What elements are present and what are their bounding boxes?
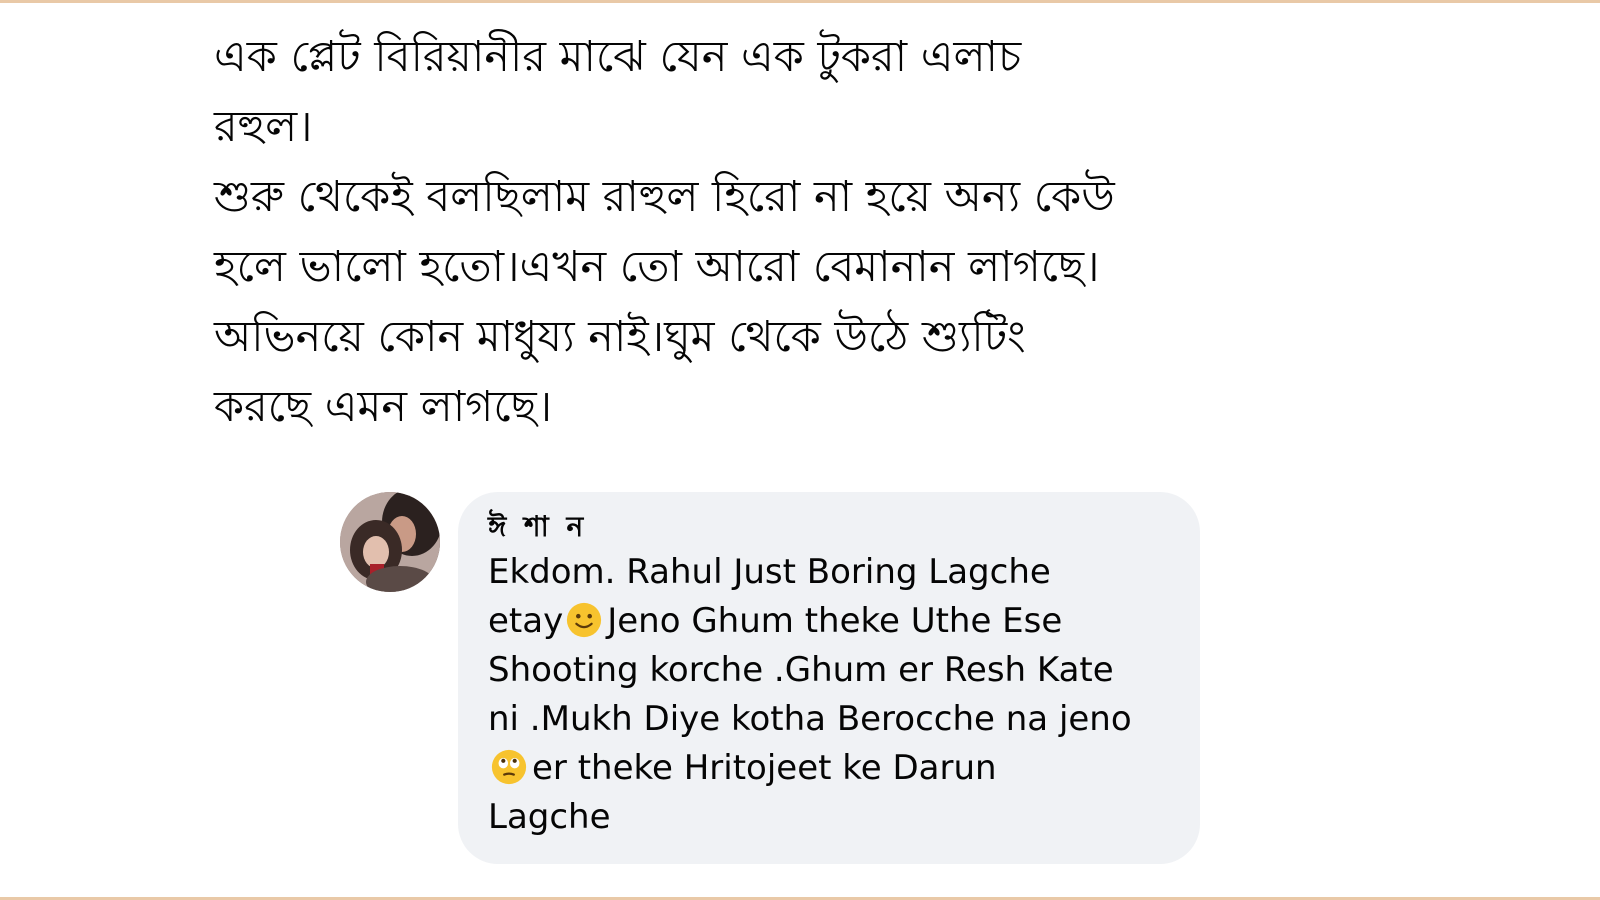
post-line: শুরু থেকেই বলছিলাম রাহুল হিরো না হয়ে অন…: [214, 172, 1115, 222]
comment-fragment: Jeno Ghum theke Uthe Ese: [607, 601, 1063, 641]
avatar[interactable]: [340, 492, 440, 592]
comment-line: Lagche: [488, 797, 611, 837]
post-line: হলে ভালো হতো।এখন তো আরো বেমানান লাগছে।: [214, 242, 1100, 292]
post-line: করছে এমন লাগছে।: [214, 382, 553, 432]
face-with-rolling-eyes-icon: [491, 749, 527, 785]
comment-line: ni .Mukh Diye kotha Berocche na jeno: [488, 699, 1132, 739]
post-body: এক প্লেট বিরিয়ানীর মাঝে যেন এক টুকরা এল…: [214, 22, 1374, 442]
comment: ঈ শা ন Ekdom. Rahul Just Boring Lagche e…: [340, 492, 1220, 882]
comment-line: etay Jeno Ghum theke Uthe Ese: [488, 597, 1170, 646]
comment-fragment: er theke Hritojeet ke Darun: [532, 748, 997, 788]
slightly-smiling-face-icon: [567, 602, 602, 638]
comment-text: Ekdom. Rahul Just Boring Lagche etay Jeno…: [488, 548, 1170, 842]
post-line: অভিনয়ে কোন মাধুয্য নাই।ঘুম থেকে উঠে শ্য…: [214, 312, 1026, 362]
comment-line: er theke Hritojeet ke Darun: [488, 744, 1170, 793]
comment-bubble: ঈ শা ন Ekdom. Rahul Just Boring Lagche e…: [458, 492, 1200, 864]
comment-line: Shooting korche .Ghum er Resh Kate: [488, 650, 1114, 690]
comment-author[interactable]: ঈ শা ন: [488, 506, 1170, 548]
comment-line: Ekdom. Rahul Just Boring Lagche: [488, 552, 1051, 592]
top-frame-border: [0, 0, 1600, 3]
avatar-photo: [340, 492, 440, 592]
post-line: রহুল।: [214, 102, 313, 152]
post-line: এক প্লেট বিরিয়ানীর মাঝে যেন এক টুকরা এল…: [214, 32, 1022, 82]
comment-fragment: etay: [488, 601, 564, 641]
